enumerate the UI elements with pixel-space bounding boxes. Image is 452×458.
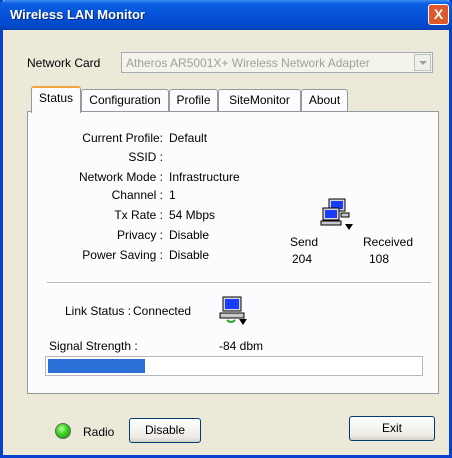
received-value: 108 xyxy=(369,252,390,266)
channel-value: 1 xyxy=(169,188,176,202)
window-title: Wireless LAN Monitor xyxy=(10,7,145,22)
radio-disable-button[interactable]: Disable xyxy=(129,418,201,443)
title-bar[interactable]: Wireless LAN Monitor X xyxy=(0,0,452,30)
current-profile-value: Default xyxy=(169,131,208,145)
exit-button[interactable]: Exit xyxy=(349,416,435,441)
close-button[interactable]: X xyxy=(428,4,449,25)
privacy-value: Disable xyxy=(169,228,210,242)
network-mode-value: Infrastructure xyxy=(169,170,240,184)
signal-strength-fill xyxy=(48,359,145,373)
network-card-value: Atheros AR5001X+ Wireless Network Adapte… xyxy=(126,56,370,70)
tab-status[interactable]: Status xyxy=(31,86,81,113)
current-profile-label: Current Profile: xyxy=(82,131,163,145)
power-saving-value: Disable xyxy=(169,248,210,262)
power-saving-label: Power Saving : xyxy=(82,248,163,262)
channel-label: Channel : xyxy=(111,188,163,202)
ssid-label: SSID : xyxy=(128,150,163,164)
tab-configuration[interactable]: Configuration xyxy=(81,89,169,111)
section-divider xyxy=(47,282,431,284)
network-card-label: Network Card xyxy=(27,56,101,70)
signal-strength-bar xyxy=(45,356,423,376)
close-icon: X xyxy=(433,6,444,22)
tx-rate-label: Tx Rate : xyxy=(114,208,163,222)
tab-sitemonitor[interactable]: SiteMonitor xyxy=(218,89,301,111)
signal-strength-value: -84 dbm xyxy=(219,339,264,353)
privacy-label: Privacy : xyxy=(116,228,163,242)
network-card-select[interactable]: Atheros AR5001X+ Wireless Network Adapte… xyxy=(121,52,433,73)
computer-connected-icon xyxy=(219,296,247,325)
received-label: Received xyxy=(363,235,414,249)
tab-profile[interactable]: Profile xyxy=(169,89,218,111)
network-mode-label: Network Mode : xyxy=(78,170,163,184)
link-status-label: Link Status : xyxy=(65,304,132,318)
send-label: Send xyxy=(290,235,319,249)
send-value: 204 xyxy=(292,252,313,266)
tx-rate-value: 54 Mbps xyxy=(169,208,216,222)
chevron-down-icon[interactable] xyxy=(414,54,431,71)
radio-label: Radio xyxy=(83,425,115,439)
computer-network-icon xyxy=(320,198,353,230)
signal-strength-label: Signal Strength : xyxy=(49,339,138,353)
wireless-lan-monitor-window: Wireless LAN Monitor X Network Card Athe… xyxy=(0,0,452,458)
link-status-value: Connected xyxy=(133,304,192,318)
tab-about[interactable]: About xyxy=(301,89,348,111)
radio-status-led xyxy=(55,423,71,439)
